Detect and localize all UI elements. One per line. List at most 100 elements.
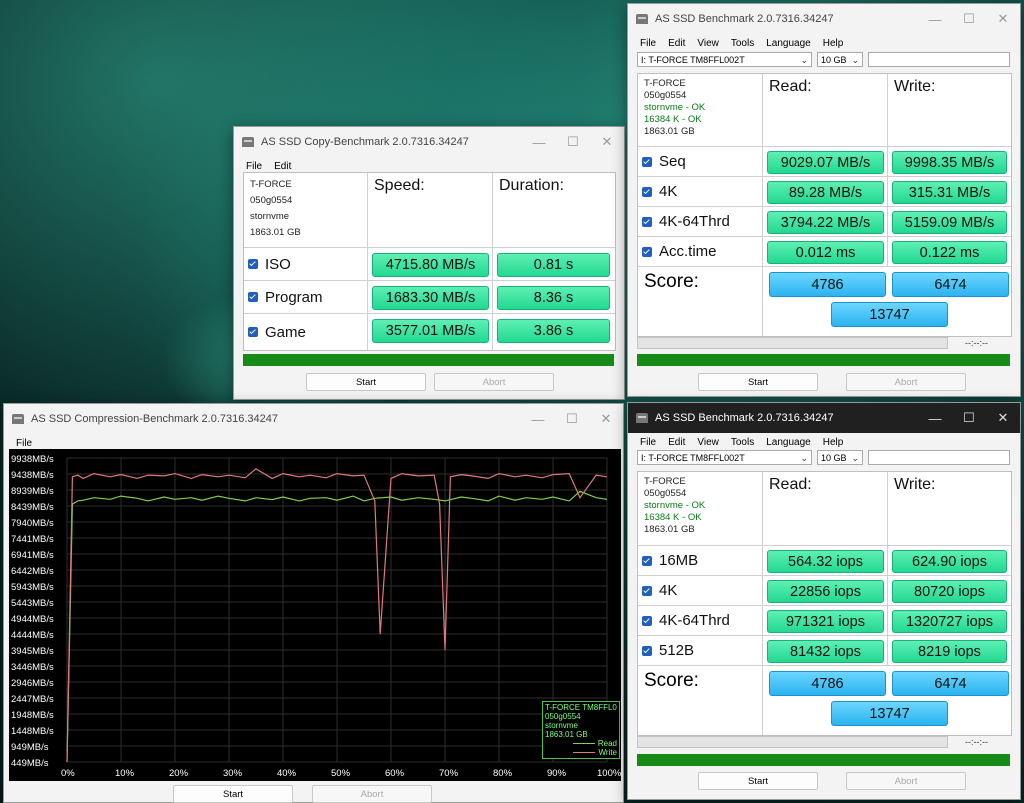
start-button[interactable]: Start	[173, 785, 293, 803]
menu-language[interactable]: Language	[766, 38, 811, 49]
size-select[interactable]: 10 GB ⌄	[817, 450, 863, 465]
minimize-icon[interactable]: —	[522, 135, 556, 150]
program-speed-value: 1683.30 MB/s	[372, 286, 489, 310]
legend-firmware: 050g0554	[545, 712, 581, 721]
start-button[interactable]: Start	[306, 373, 426, 391]
checkbox-icon[interactable]	[642, 246, 652, 257]
row-seq[interactable]: Seq	[638, 147, 763, 177]
menu-tools[interactable]: Tools	[731, 38, 754, 49]
row-label: Seq	[659, 153, 686, 170]
window-title: AS SSD Benchmark 2.0.7316.34247	[655, 412, 834, 424]
checkbox-icon[interactable]	[248, 292, 258, 302]
close-icon[interactable]: ✕	[590, 134, 624, 150]
row-acc-time[interactable]: Acc.time	[638, 237, 763, 267]
progress-bar	[637, 754, 1010, 766]
benchmark-window-mbs: AS SSD Benchmark 2.0.7316.34247 — ☐ ✕ Fi…	[627, 3, 1021, 397]
menu-view[interactable]: View	[697, 38, 719, 49]
maximize-icon[interactable]: ☐	[555, 411, 589, 427]
abort-button[interactable]: Abort	[846, 373, 966, 391]
drive-firmware: 050g0554	[250, 195, 293, 206]
start-button[interactable]: Start	[698, 373, 818, 391]
x-tick-label: 70%	[439, 768, 459, 779]
maximize-icon[interactable]: ☐	[952, 11, 986, 27]
progress-bar-empty	[637, 736, 948, 748]
checkbox-icon[interactable]	[248, 259, 258, 269]
program-duration-value: 8.36 s	[497, 286, 610, 310]
progress-bar	[637, 354, 1010, 366]
drive-select-value: I: T-FORCE TM8FFL002T	[641, 453, 745, 463]
drive-firmware: 050g0554	[644, 90, 687, 101]
checkbox-icon[interactable]	[642, 186, 652, 197]
minimize-icon[interactable]: —	[918, 12, 952, 27]
y-tick-label: 6442MB/s	[11, 566, 54, 577]
progress-bar-empty	[637, 337, 948, 349]
elapsed-timer: --:--:--	[965, 737, 988, 747]
menu-view[interactable]: View	[697, 437, 719, 448]
chevron-down-icon: ⌄	[851, 453, 859, 463]
checkbox-icon[interactable]	[642, 585, 652, 596]
x-tick-label: 80%	[493, 768, 513, 779]
window-title: AS SSD Benchmark 2.0.7316.34247	[655, 13, 834, 25]
menu-help[interactable]: Help	[823, 437, 844, 448]
menu-bar: File Edit View Tools Language Help	[628, 433, 1020, 451]
checkbox-icon[interactable]	[642, 615, 652, 626]
row-4k-64thrd[interactable]: 4K-64Thrd	[638, 606, 763, 636]
legend-read: Read	[545, 739, 617, 748]
chevron-down-icon: ⌄	[851, 55, 859, 65]
checkbox-icon[interactable]	[642, 555, 652, 566]
menu-file[interactable]: File	[246, 161, 262, 172]
maximize-icon[interactable]: ☐	[952, 410, 986, 426]
menu-tools[interactable]: Tools	[731, 437, 754, 448]
row-4k[interactable]: 4K	[638, 576, 763, 606]
y-tick-label: 9938MB/s	[11, 454, 54, 465]
checkbox-icon[interactable]	[642, 216, 652, 227]
x-tick-label: 40%	[277, 768, 297, 779]
checkbox-icon[interactable]	[642, 645, 652, 656]
menu-file[interactable]: File	[640, 437, 656, 448]
menu-edit[interactable]: Edit	[668, 38, 685, 49]
close-icon[interactable]: ✕	[589, 411, 623, 427]
row-program[interactable]: Program	[244, 281, 368, 314]
close-icon[interactable]: ✕	[986, 11, 1020, 27]
minimize-icon[interactable]: —	[918, 411, 952, 426]
4k-64thrd-read-value: 3794.22 MB/s	[767, 211, 884, 234]
row-iso[interactable]: ISO	[244, 248, 368, 281]
close-icon[interactable]: ✕	[986, 410, 1020, 426]
row-4k-64thrd[interactable]: 4K-64Thrd	[638, 207, 763, 237]
start-button[interactable]: Start	[698, 772, 818, 790]
menu-edit[interactable]: Edit	[274, 161, 291, 172]
y-tick-label: 2946MB/s	[11, 678, 54, 689]
row-4k[interactable]: 4K	[638, 177, 763, 207]
minimize-icon[interactable]: —	[521, 412, 555, 427]
checkbox-icon[interactable]	[248, 327, 258, 337]
abort-button[interactable]: Abort	[312, 785, 432, 803]
row-game[interactable]: Game	[244, 314, 368, 350]
drive-select[interactable]: I: T-FORCE TM8FFL002T ⌄	[637, 52, 812, 67]
menu-help[interactable]: Help	[823, 38, 844, 49]
y-tick-label: 449MB/s	[11, 758, 49, 769]
row-label: Acc.time	[659, 243, 717, 260]
4k-64thrd-write-value: 1320727 iops	[892, 610, 1007, 633]
size-select[interactable]: 10 GB ⌄	[817, 52, 863, 67]
menu-edit[interactable]: Edit	[668, 437, 685, 448]
menu-file[interactable]: File	[640, 38, 656, 49]
game-speed-value: 3577.01 MB/s	[372, 319, 489, 343]
16mb-read-value: 564.32 iops	[767, 550, 884, 573]
abort-button[interactable]: Abort	[434, 373, 554, 391]
results-grid: T-FORCE 050g0554 stornvme - OK 16384 K -…	[637, 471, 1012, 736]
menu-language[interactable]: Language	[766, 437, 811, 448]
checkbox-icon[interactable]	[642, 156, 652, 167]
row-label: ISO	[265, 255, 291, 273]
row-16mb[interactable]: 16MB	[638, 546, 763, 576]
alignment-status: 16384 K - OK	[644, 512, 702, 523]
menu-file[interactable]: File	[16, 438, 32, 449]
row-512b[interactable]: 512B	[638, 636, 763, 666]
4k-write-value: 80720 iops	[892, 580, 1007, 603]
x-tick-label: 100%	[597, 768, 621, 779]
elapsed-timer: --:--:--	[965, 338, 988, 348]
x-tick-label: 20%	[169, 768, 189, 779]
drive-select[interactable]: I: T-FORCE TM8FFL002T ⌄	[637, 450, 812, 465]
abort-button[interactable]: Abort	[846, 772, 966, 790]
score-label: Score:	[638, 666, 763, 735]
maximize-icon[interactable]: ☐	[556, 134, 590, 150]
